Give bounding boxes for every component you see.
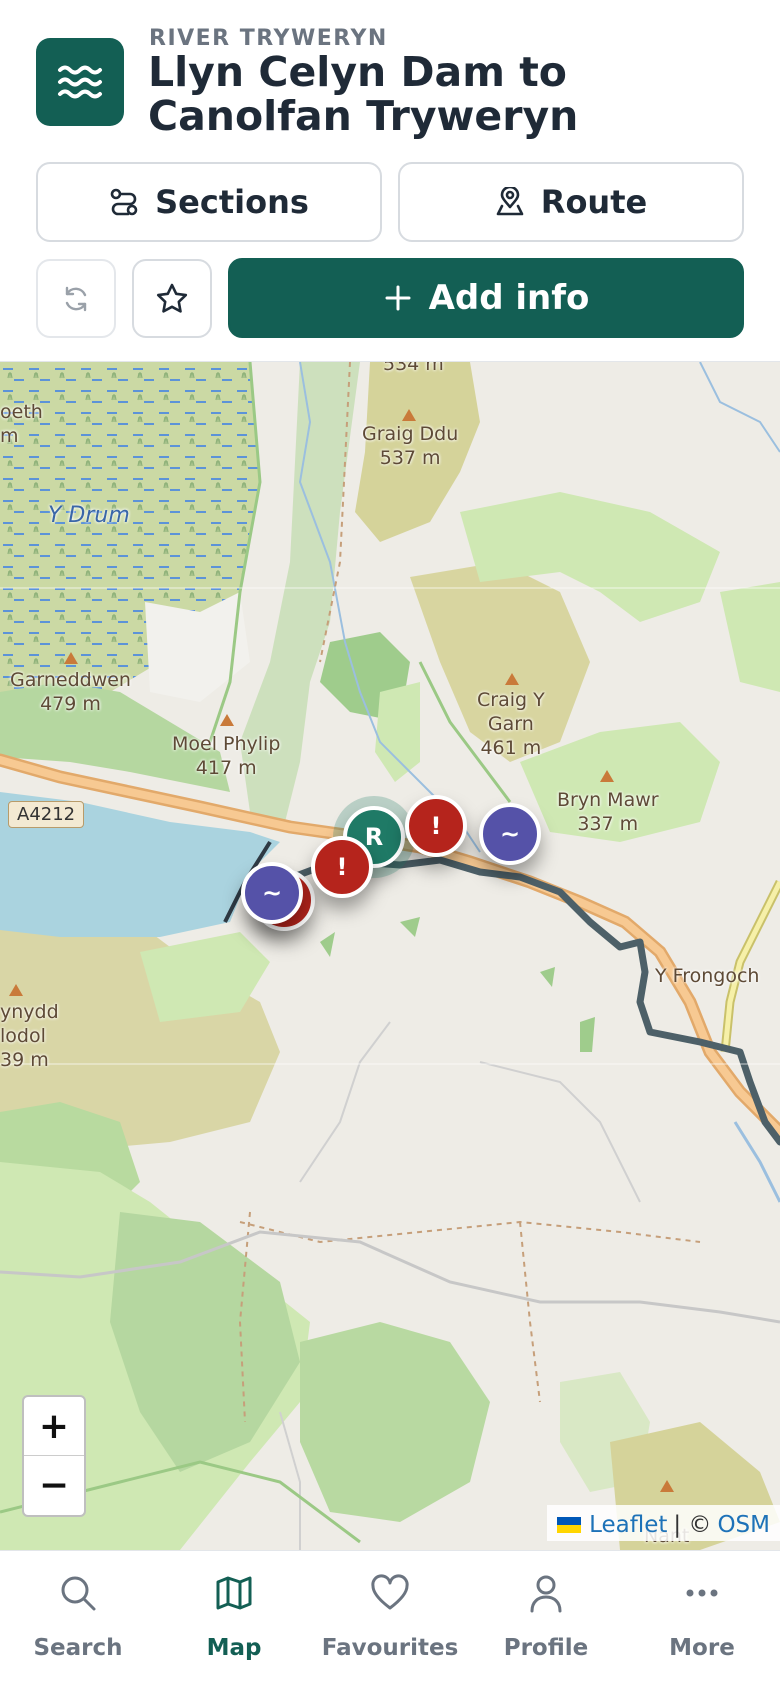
map-label: Moel Phylip 417 m	[172, 733, 281, 779]
map-label: oeth m	[0, 401, 43, 447]
map-label: ynydd lodol 39 m	[0, 1001, 59, 1071]
map-label: 534 m	[383, 362, 444, 375]
more-icon	[682, 1573, 722, 1613]
nav-item-map[interactable]: Map	[156, 1551, 312, 1688]
bottom-navigation: Search Map Favourites Profile More	[0, 1550, 780, 1688]
map-label-water: Y Drum	[48, 503, 130, 528]
hazard-marker[interactable]: ~	[241, 862, 303, 924]
nav-item-search[interactable]: Search	[0, 1551, 156, 1688]
nav-label: More	[669, 1635, 735, 1661]
hazard-marker[interactable]: !	[405, 795, 467, 857]
map-label: Graig Ddu 537 m	[362, 423, 459, 469]
zoom-control: + −	[22, 1395, 86, 1517]
heart-icon	[370, 1573, 410, 1613]
ukraine-flag-icon	[557, 1517, 582, 1533]
sections-icon	[109, 187, 139, 217]
map-attribution: Leaflet | © OSM	[547, 1505, 780, 1541]
search-icon	[58, 1573, 98, 1613]
map-tiles	[0, 362, 780, 1550]
route-label: Route	[540, 183, 648, 221]
leaflet-link[interactable]: Leaflet	[589, 1512, 667, 1538]
sections-label: Sections	[155, 183, 309, 221]
map-pin-icon	[495, 187, 525, 217]
page-title: Llyn Celyn Dam to Canolfan Tryweryn	[148, 48, 579, 140]
refresh-button[interactable]	[36, 259, 116, 338]
map-label: Y Frongoch	[655, 965, 760, 987]
river-logo-icon[interactable]	[36, 38, 124, 126]
map-icon	[214, 1573, 254, 1613]
sections-button[interactable]: Sections	[36, 162, 382, 242]
map-label: Garneddwen 479 m	[10, 669, 131, 715]
nav-label: Profile	[503, 1635, 589, 1661]
attribution-separator: | ©	[673, 1512, 712, 1538]
add-info-button[interactable]: Add info	[228, 258, 744, 338]
nav-label: Map	[206, 1635, 262, 1661]
map-label: Bryn Mawr 337 m	[557, 789, 659, 835]
zoom-out-button[interactable]: −	[24, 1456, 84, 1515]
page-header: RIVER TRYWERYN Llyn Celyn Dam to Canolfa…	[0, 0, 780, 362]
plus-icon	[383, 283, 413, 313]
add-info-label: Add info	[428, 278, 590, 318]
nav-item-profile[interactable]: Profile	[468, 1551, 624, 1688]
user-icon	[526, 1573, 566, 1613]
route-button[interactable]: Route	[398, 162, 744, 242]
hazard-marker[interactable]: !	[311, 836, 373, 898]
zoom-in-button[interactable]: +	[24, 1397, 84, 1456]
river-map[interactable]: 534 m Graig Ddu 537 m oeth m Y Drum Garned…	[0, 362, 780, 1550]
favourite-button[interactable]	[132, 259, 212, 338]
nav-item-favourites[interactable]: Favourites	[312, 1551, 468, 1688]
nav-label: Search	[33, 1635, 123, 1661]
nav-label: Favourites	[321, 1635, 459, 1661]
road-shield: A4212	[8, 801, 85, 828]
refresh-icon	[61, 284, 91, 314]
nav-item-more[interactable]: More	[624, 1551, 780, 1688]
hazard-marker[interactable]: ~	[479, 803, 541, 865]
osm-link[interactable]: OSM	[717, 1512, 770, 1538]
map-label: Craig Y Garn 461 m	[477, 689, 545, 759]
star-icon	[155, 282, 189, 316]
